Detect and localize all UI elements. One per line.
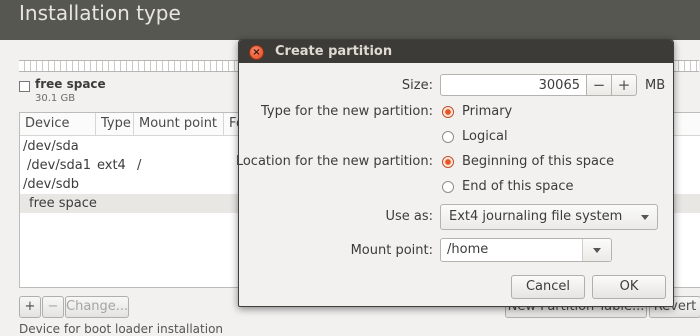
change-partition-button[interactable]: Change... — [65, 296, 129, 318]
mount-point-value: /home — [447, 242, 489, 257]
mount-point-dropdown-button[interactable] — [582, 239, 611, 261]
dialog-titlebar: × Create partition — [239, 40, 673, 63]
partition-location-label: Location for the new partition: — [235, 154, 433, 169]
chevron-down-icon — [641, 215, 649, 220]
primary-radio-label: Primary — [462, 104, 513, 119]
radio-dot — [442, 131, 454, 143]
remove-partition-button[interactable]: − — [42, 296, 64, 318]
beginning-radio-label: Beginning of this space — [462, 154, 615, 169]
ok-button[interactable]: OK — [592, 275, 666, 299]
row-device: free space — [29, 196, 97, 211]
use-as-value: Ext4 journaling file system — [449, 209, 623, 224]
window-title: Installation type — [19, 1, 181, 25]
row-mount: / — [137, 158, 142, 173]
mount-point-label: Mount point: — [350, 243, 433, 258]
radio-dot — [442, 106, 454, 118]
row-device: /dev/sdb — [23, 177, 79, 192]
partition-type-label: Type for the new partition: — [260, 104, 433, 119]
row-type: ext4 — [97, 158, 126, 173]
column-type[interactable]: Type — [96, 113, 134, 135]
cancel-button[interactable]: Cancel — [511, 275, 585, 299]
row-device: /dev/sda1 — [27, 158, 91, 173]
boot-loader-label: Device for boot loader installation — [19, 322, 224, 336]
add-partition-button[interactable]: + — [19, 296, 41, 318]
create-partition-dialog: × Create partition Size: 30065 − + MB Ty… — [235, 39, 674, 307]
use-as-label: Use as: — [385, 209, 433, 224]
column-device[interactable]: Device — [20, 113, 96, 135]
close-icon[interactable]: × — [249, 45, 264, 60]
radio-dot — [442, 156, 454, 168]
legend-name: free space — [35, 77, 106, 91]
size-decrement-button[interactable]: − — [586, 74, 612, 96]
logical-radio-label: Logical — [462, 129, 508, 144]
use-as-select[interactable]: Ext4 journaling file system — [440, 204, 658, 230]
size-unit: MB — [645, 78, 666, 93]
row-device: /dev/sda — [23, 139, 79, 154]
radio-dot — [442, 181, 454, 193]
column-mount-point[interactable]: Mount point — [134, 113, 224, 135]
mount-point-input[interactable]: /home — [440, 238, 612, 262]
size-input[interactable]: 30065 — [440, 74, 587, 96]
size-increment-button[interactable]: + — [611, 74, 637, 96]
chevron-down-icon — [593, 248, 601, 253]
size-label: Size: — [401, 78, 433, 93]
window-titlebar: Installation type — [0, 0, 700, 40]
end-radio-label: End of this space — [462, 179, 574, 194]
legend-size: 30.1 GB — [35, 93, 76, 104]
dialog-title: Create partition — [275, 44, 393, 59]
free-space-swatch — [19, 81, 30, 92]
